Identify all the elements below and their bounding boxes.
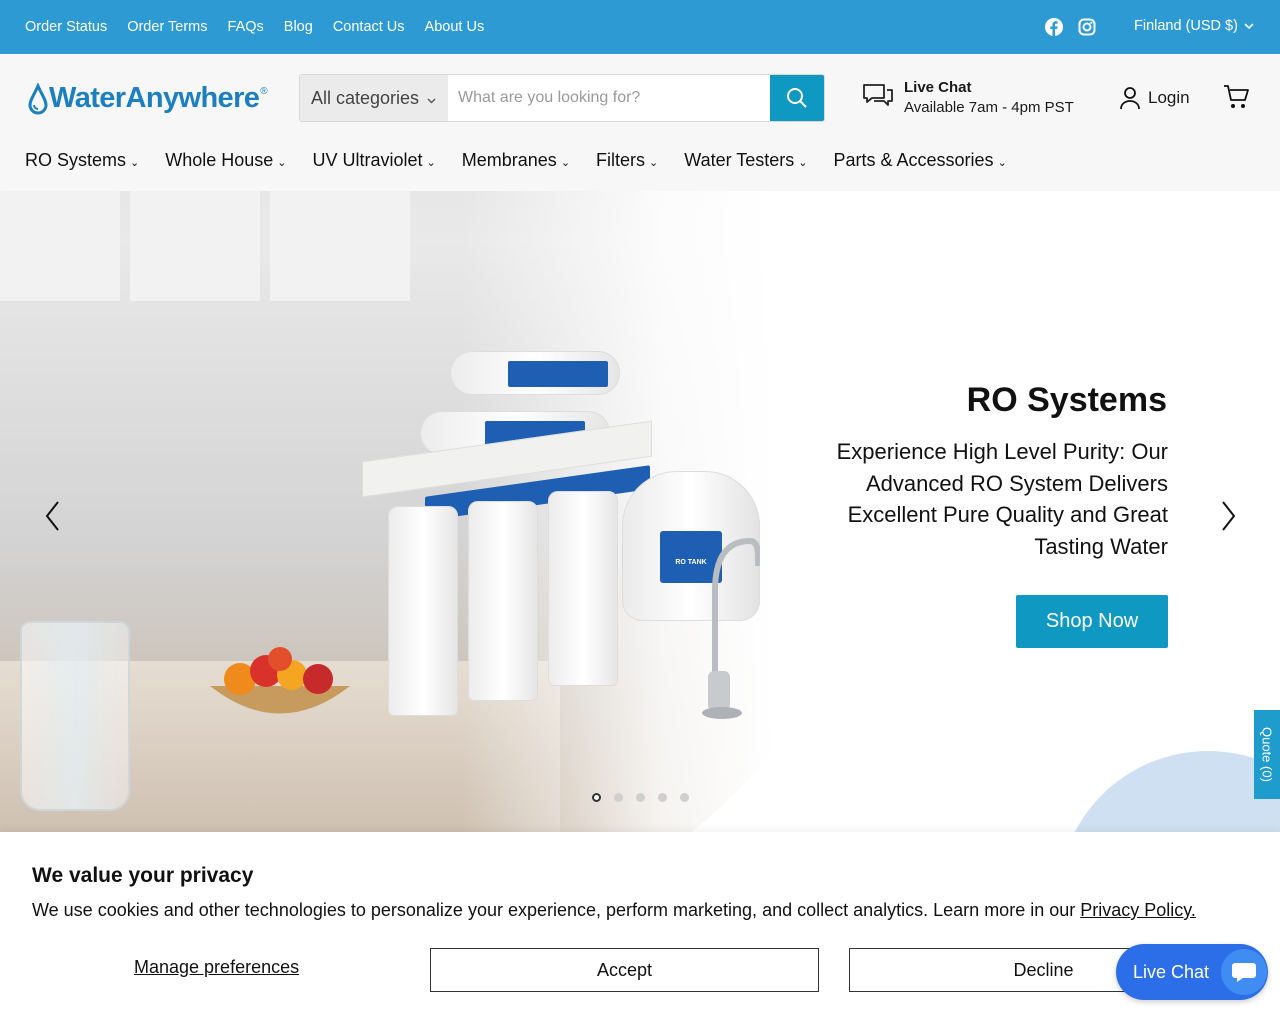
next-slide-button[interactable] xyxy=(1214,498,1244,534)
water-drop-icon xyxy=(28,83,48,115)
ro-system-image: RO TANK xyxy=(360,341,800,761)
cookie-text: We use cookies and other technologies to… xyxy=(32,900,1196,921)
nav-label: Filters xyxy=(596,150,646,170)
kitchen-cabinet xyxy=(130,191,260,301)
region-label: Finland (USD $) xyxy=(1134,18,1238,34)
chevron-down-icon: ⌄ xyxy=(130,157,140,169)
logo[interactable]: WaterAnywhere ® xyxy=(28,80,268,116)
slide-dot-1[interactable] xyxy=(592,793,601,802)
cookie-banner: We value your privacy We use cookies and… xyxy=(0,832,1280,1024)
nav-item-ro-systems[interactable]: RO Systems ⌄ xyxy=(25,150,139,171)
kitchen-cabinet xyxy=(0,191,120,301)
nav-item-water-testers[interactable]: Water Testers ⌄ xyxy=(684,150,807,171)
filter-label xyxy=(508,361,608,387)
shop-now-button[interactable]: Shop Now xyxy=(1016,595,1168,648)
chevron-down-icon xyxy=(1244,18,1254,34)
search-bar: All categories xyxy=(299,74,825,122)
nav-label: Whole House xyxy=(165,150,274,170)
cart-button[interactable] xyxy=(1223,84,1251,115)
filter-housing xyxy=(388,506,458,716)
quote-tab[interactable]: Quote (0) xyxy=(1254,710,1280,799)
chat-icon xyxy=(1221,949,1268,995)
login-label: Login xyxy=(1148,88,1190,107)
chevron-left-icon xyxy=(45,501,59,531)
slide-dot-4[interactable] xyxy=(658,793,667,802)
kitchen-cabinet xyxy=(270,191,410,301)
hero-slider: RO TANK RO Systems Experience High Level… xyxy=(0,191,1280,832)
nav-item-membranes[interactable]: Membranes ⌄ xyxy=(462,150,570,171)
filter-housing xyxy=(468,501,538,701)
chat-bubbles-icon xyxy=(863,84,893,106)
login-link[interactable]: Login xyxy=(1119,86,1190,110)
nav-item-filters[interactable]: Filters ⌄ xyxy=(596,150,658,171)
region-selector[interactable]: Finland (USD $) xyxy=(1134,18,1254,34)
nav-label: RO Systems xyxy=(25,150,127,170)
chevron-down-icon: ⌄ xyxy=(426,157,436,169)
chevron-down-icon xyxy=(427,88,436,109)
slide-dot-3[interactable] xyxy=(636,793,645,802)
accept-button[interactable]: Accept xyxy=(430,948,819,992)
blog-link[interactable]: Blog xyxy=(284,19,313,35)
prev-slide-button[interactable] xyxy=(37,498,67,534)
main-nav: RO Systems ⌄ Whole House ⌄ UV Ultraviolet ⌄… xyxy=(25,150,1033,171)
order-status-link[interactable]: Order Status xyxy=(25,19,107,35)
order-terms-link[interactable]: Order Terms xyxy=(127,19,207,35)
nav-label: Membranes xyxy=(461,150,557,170)
chevron-right-icon xyxy=(1222,501,1236,531)
cookie-body: We use cookies and other technologies to… xyxy=(32,900,1081,920)
nav-label: UV Ultraviolet xyxy=(312,150,423,170)
slide-dots xyxy=(592,793,689,802)
logo-text: WaterAnywhere xyxy=(49,82,260,114)
live-chat-title: Live Chat xyxy=(904,79,972,96)
fruit-bowl-image xyxy=(210,647,350,714)
category-label: All categories xyxy=(311,87,420,108)
privacy-policy-link[interactable]: Privacy Policy. xyxy=(1080,900,1196,920)
live-chat-hours: Available 7am - 4pm PST xyxy=(904,99,1074,116)
nav-item-whole-house[interactable]: Whole House ⌄ xyxy=(165,150,286,171)
live-chat-header[interactable]: Live Chat Available 7am - 4pm PST xyxy=(862,78,1074,118)
search-button[interactable] xyxy=(770,75,824,121)
chevron-down-icon: ⌄ xyxy=(798,157,808,169)
logo-registered: ® xyxy=(260,86,268,97)
top-bar: Order Status Order Terms FAQs Blog Conta… xyxy=(0,0,1280,54)
chevron-down-icon: ⌄ xyxy=(649,157,659,169)
slide-dot-5[interactable] xyxy=(680,793,689,802)
instagram-icon[interactable] xyxy=(1078,18,1096,36)
live-chat-widget[interactable]: Live Chat xyxy=(1116,944,1268,1000)
slide-dot-2[interactable] xyxy=(614,793,623,802)
faucet-image xyxy=(702,537,760,719)
hero-subtitle: Experience High Level Purity: Our Advanc… xyxy=(836,439,1168,559)
search-icon xyxy=(787,88,807,108)
cookie-title: We value your privacy xyxy=(32,864,254,887)
nav-item-parts-accessories[interactable]: Parts & Accessories ⌄ xyxy=(834,150,1007,171)
contact-us-link[interactable]: Contact Us xyxy=(333,19,405,35)
nav-label: Parts & Accessories xyxy=(833,150,994,170)
hero-title: RO Systems xyxy=(966,381,1167,419)
manage-preferences-link[interactable]: Manage preferences xyxy=(134,957,299,978)
user-icon xyxy=(1120,87,1140,110)
facebook-icon[interactable] xyxy=(1045,18,1063,36)
category-select[interactable]: All categories xyxy=(300,75,448,121)
decorative-blob xyxy=(1058,751,1280,832)
about-us-link[interactable]: About Us xyxy=(425,19,485,35)
chevron-down-icon: ⌄ xyxy=(997,157,1007,169)
top-links: Order Status Order Terms FAQs Blog Conta… xyxy=(25,19,484,35)
nav-item-uv-ultraviolet[interactable]: UV Ultraviolet ⌄ xyxy=(313,150,436,171)
chat-widget-label: Live Chat xyxy=(1133,961,1210,982)
chevron-down-icon: ⌄ xyxy=(277,157,287,169)
filter-housing xyxy=(548,491,618,686)
chevron-down-icon: ⌄ xyxy=(560,157,571,169)
water-pitcher-image xyxy=(20,621,130,811)
search-input[interactable] xyxy=(448,75,770,121)
cart-icon xyxy=(1224,85,1249,108)
social-links xyxy=(1045,18,1096,36)
faqs-link[interactable]: FAQs xyxy=(228,19,264,35)
nav-label: Water Testers xyxy=(684,150,795,170)
